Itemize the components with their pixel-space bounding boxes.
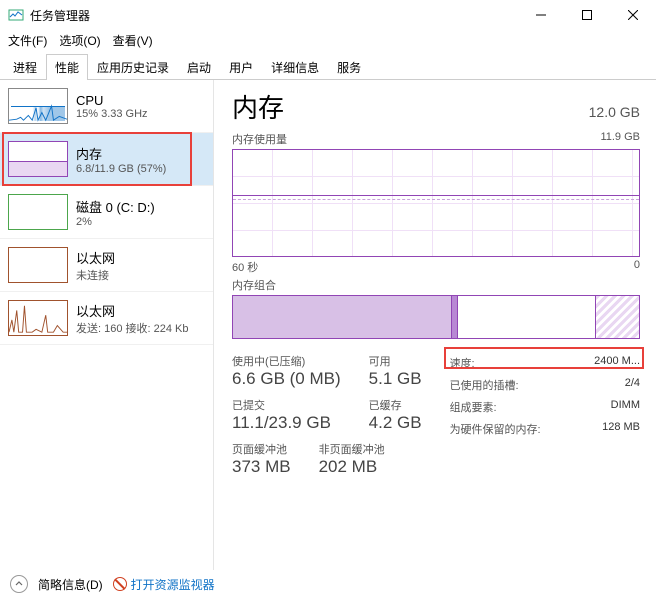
footer: 简略信息(D) 打开资源监视器 xyxy=(10,575,215,593)
menu-view[interactable]: 查看(V) xyxy=(113,32,153,49)
sidebar-item-sub: 发送: 160 接收: 224 Kb xyxy=(76,320,189,336)
sidebar-item-ethernet-2[interactable]: 以太网 发送: 160 接收: 224 Kb xyxy=(0,292,213,345)
x-axis-right: 0 xyxy=(634,259,640,275)
tab-startup[interactable]: 启动 xyxy=(178,54,220,80)
composition-chart-label: 内存组合 xyxy=(232,277,276,293)
collapse-icon[interactable] xyxy=(10,575,28,593)
sidebar-item-label: 以太网 xyxy=(76,301,189,320)
sidebar: CPU 15% 3.33 GHz 内存 6.8/11.9 GB (57%) 磁盘… xyxy=(0,80,214,570)
open-resmon-link[interactable]: 打开资源监视器 xyxy=(113,576,215,593)
title-bar: 任务管理器 xyxy=(0,0,656,30)
memory-composition-chart[interactable] xyxy=(232,295,640,339)
tab-app-history[interactable]: 应用历史记录 xyxy=(88,54,178,80)
stat-label-commit: 已提交 xyxy=(232,397,341,413)
stat-label-paged: 页面缓冲池 xyxy=(232,441,291,457)
kv-reserved-k: 为硬件保留的内存: xyxy=(450,421,541,437)
main-panel: 内存 12.0 GB 内存使用量 11.9 GB 60 秒 0 内存组合 xyxy=(214,80,656,570)
tab-processes[interactable]: 进程 xyxy=(4,54,46,80)
x-axis-left: 60 秒 xyxy=(232,259,258,275)
sidebar-item-ethernet-1[interactable]: 以太网 未连接 xyxy=(0,239,213,292)
tab-services[interactable]: 服务 xyxy=(328,54,370,80)
kv-form-k: 组成要素: xyxy=(450,399,497,415)
stat-val-cached: 4.2 GB xyxy=(369,413,422,433)
memory-thumb-icon xyxy=(8,141,68,177)
memory-usage-chart[interactable] xyxy=(232,149,640,257)
stat-val-inuse: 6.6 GB (0 MB) xyxy=(232,369,341,389)
sidebar-item-sub: 2% xyxy=(76,216,155,228)
sidebar-item-sub: 15% 3.33 GHz xyxy=(76,108,148,120)
tab-details[interactable]: 详细信息 xyxy=(262,54,328,80)
stat-label-avail: 可用 xyxy=(369,353,422,369)
resmon-icon xyxy=(113,577,127,591)
app-icon xyxy=(8,7,24,23)
stat-label-inuse: 使用中(已压缩) xyxy=(232,353,341,369)
tab-bar: 进程 性能 应用历史记录 启动 用户 详细信息 服务 xyxy=(0,53,656,80)
resmon-label: 打开资源监视器 xyxy=(131,576,215,593)
tab-users[interactable]: 用户 xyxy=(220,54,262,80)
maximize-button[interactable] xyxy=(564,0,610,30)
minimize-button[interactable] xyxy=(518,0,564,30)
usage-chart-label: 内存使用量 xyxy=(232,131,287,147)
tab-performance[interactable]: 性能 xyxy=(46,54,88,80)
sidebar-item-label: 内存 xyxy=(76,144,166,163)
close-button[interactable] xyxy=(610,0,656,30)
page-title: 内存 xyxy=(232,88,284,125)
cpu-thumb-icon xyxy=(8,88,68,124)
stat-label-nonpaged: 非页面缓冲池 xyxy=(319,441,385,457)
sidebar-item-memory[interactable]: 内存 6.8/11.9 GB (57%) xyxy=(0,133,213,186)
total-memory: 12.0 GB xyxy=(589,104,640,120)
kv-speed-v: 2400 M... xyxy=(594,355,640,371)
sidebar-item-label: 磁盘 0 (C: D:) xyxy=(76,197,155,216)
stat-val-nonpaged: 202 MB xyxy=(319,457,385,477)
usage-chart-max: 11.9 GB xyxy=(600,131,640,147)
sidebar-item-label: CPU xyxy=(76,93,148,108)
kv-slots-v: 2/4 xyxy=(625,377,640,393)
kv-reserved-v: 128 MB xyxy=(602,421,640,437)
sidebar-item-disk[interactable]: 磁盘 0 (C: D:) 2% xyxy=(0,186,213,239)
sidebar-item-cpu[interactable]: CPU 15% 3.33 GHz xyxy=(0,80,213,133)
window-title: 任务管理器 xyxy=(30,7,518,24)
stat-val-commit: 11.1/23.9 GB xyxy=(232,413,341,433)
ethernet-thumb-icon xyxy=(8,300,68,336)
sidebar-item-sub: 未连接 xyxy=(76,267,115,283)
disk-thumb-icon xyxy=(8,194,68,230)
kv-slots-k: 已使用的插槽: xyxy=(450,377,519,393)
sidebar-item-label: 以太网 xyxy=(76,248,115,267)
stat-val-paged: 373 MB xyxy=(232,457,291,477)
sidebar-item-sub: 6.8/11.9 GB (57%) xyxy=(76,163,166,175)
kv-form-v: DIMM xyxy=(611,399,640,415)
kv-speed-k: 速度: xyxy=(450,355,475,371)
less-details-link[interactable]: 简略信息(D) xyxy=(38,576,103,593)
stat-label-cached: 已缓存 xyxy=(369,397,422,413)
menu-options[interactable]: 选项(O) xyxy=(59,32,100,49)
menu-file[interactable]: 文件(F) xyxy=(8,32,47,49)
menu-bar: 文件(F) 选项(O) 查看(V) xyxy=(0,30,656,53)
stat-val-avail: 5.1 GB xyxy=(369,369,422,389)
ethernet-thumb-icon xyxy=(8,247,68,283)
